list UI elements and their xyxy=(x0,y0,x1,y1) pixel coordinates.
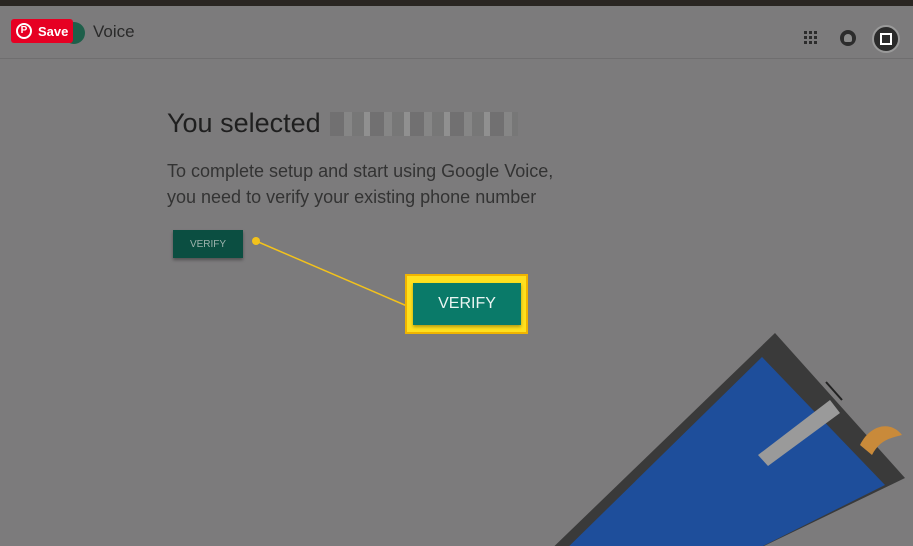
page: Voice P Save You selected To complete se… xyxy=(0,0,913,546)
phone-illustration xyxy=(554,333,905,546)
callout-verify-button[interactable]: VERIFY xyxy=(413,283,521,325)
illustration-layer xyxy=(252,237,905,546)
callout-dot xyxy=(252,237,260,245)
phone-screen xyxy=(569,357,885,546)
callout-leader-line xyxy=(255,240,408,307)
